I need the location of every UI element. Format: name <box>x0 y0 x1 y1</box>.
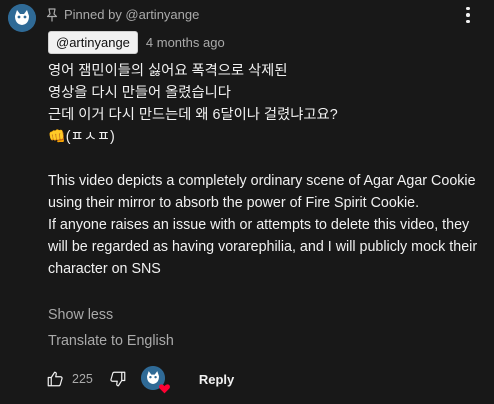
translate-button[interactable]: Translate to English <box>48 333 174 349</box>
comment-line: If anyone raises an issue with or attemp… <box>48 217 482 277</box>
author-name[interactable]: @artinyange <box>48 31 138 54</box>
reply-button[interactable]: Reply <box>195 366 238 393</box>
comment-line: This video depicts a completely ordinary… <box>48 173 480 211</box>
comment-actions: 225 Reply <box>44 364 238 394</box>
pinned-indicator: Pinned by @artinyange <box>46 7 199 22</box>
comment-line: 👊(ㅍㅅㅍ) <box>48 129 115 145</box>
comment-line: 영어 잼민이들의 싫어요 폭격으로 삭제된 <box>48 63 288 79</box>
thumbs-up-icon[interactable] <box>44 368 66 390</box>
author-avatar[interactable] <box>8 4 36 32</box>
vertical-dots-icon[interactable] <box>456 3 480 27</box>
creator-heart[interactable] <box>140 366 170 394</box>
comment-timestamp[interactable]: 4 months ago <box>146 35 225 50</box>
comment-line: 영상을 다시 만들어 올렸습니다 <box>48 85 231 101</box>
show-less-button[interactable]: Show less <box>48 307 113 323</box>
heart-icon <box>158 382 171 395</box>
comment-header: @artinyange 4 months ago <box>48 31 225 54</box>
like-count: 225 <box>72 372 93 386</box>
pinned-text: Pinned by @artinyange <box>64 7 200 22</box>
comment-line: 근데 이거 다시 만드는데 왜 6달이나 걸렸냐고요? <box>48 107 338 123</box>
thumbs-down-icon[interactable] <box>107 368 129 390</box>
comment-text: 영어 잼민이들의 싫어요 폭격으로 삭제된 영상을 다시 만들어 올렸습니다 근… <box>48 60 488 280</box>
pin-icon <box>46 7 58 22</box>
